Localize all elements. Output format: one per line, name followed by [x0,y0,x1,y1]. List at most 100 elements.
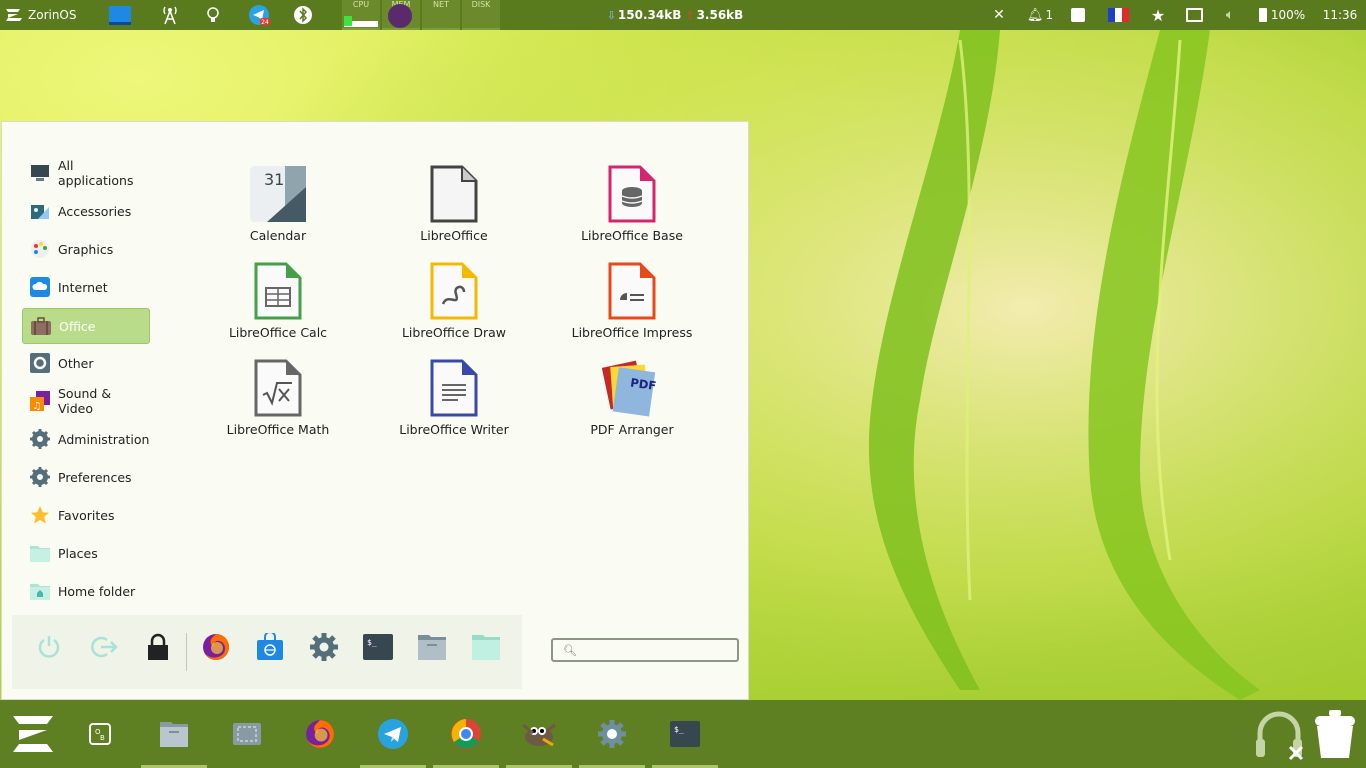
app-libreoffice-math[interactable]: LibreOffice Math [203,358,353,448]
activities-button[interactable]: ZorinOS [4,0,96,30]
files-favorite[interactable] [412,627,452,667]
terminal-task[interactable]: $_ [652,700,718,768]
svg-text:$_: $_ [367,638,377,647]
app-libreoffice-calc[interactable]: LibreOffice Calc [203,261,353,351]
home-folder-icon [30,581,50,601]
app-libreoffice-impress[interactable]: LibreOffice Impress [557,261,707,351]
notification-count: 1 [1045,8,1054,22]
folder-icon [472,635,500,660]
app-label: LibreOffice Calc [228,325,328,340]
clock-value: 11:36 [1322,8,1358,22]
keyboard-icon[interactable] [1068,0,1088,30]
net-speed[interactable]: ⇩ 150.34kB ⇧ 3.56kB [607,0,744,30]
category-preferences[interactable]: Preferences [22,460,150,494]
logout-button[interactable] [84,627,124,667]
category-administration[interactable]: Administration [22,422,150,456]
music-icon: ♫ [30,391,50,411]
bluetooth-icon[interactable] [292,0,314,30]
telegram-icon [378,719,408,749]
search-input[interactable] [582,642,727,658]
headphones-button[interactable] [1246,700,1312,768]
libreoffice-impress-icon [602,261,662,321]
settings-favorite[interactable] [304,627,344,667]
battery-icon [1258,8,1267,22]
category-label: All applications [58,158,134,188]
firefox-task[interactable] [287,700,353,768]
app-calendar[interactable]: 31 Calendar [203,164,353,254]
display-icon[interactable] [107,0,133,30]
firefox-icon [306,720,334,748]
star-icon[interactable]: ★ [1148,0,1168,30]
category-sound-video[interactable]: ♫ Sound & Video [22,384,150,418]
category-internet[interactable]: Internet [22,270,150,304]
france-flag-icon[interactable] [1106,0,1130,30]
gimp-task[interactable] [506,700,572,768]
svg-text:24: 24 [261,19,269,26]
category-office[interactable]: Office [22,308,150,344]
files-task[interactable] [141,700,207,768]
bell-icon: 🔔︎ [1026,7,1044,23]
application-menu: All applications Accessories Graphics In… [1,121,749,700]
app-libreoffice[interactable]: LibreOffice [379,164,529,254]
battery-indicator[interactable]: 100% [1256,0,1308,30]
app-label: LibreOffice [420,228,488,243]
software-store-favorite[interactable] [250,627,290,667]
disk-graph[interactable]: DISK [462,0,500,30]
category-graphics[interactable]: Graphics [22,232,150,266]
terminal-icon: $_ [363,634,393,660]
net-label: NET [433,0,449,9]
app-label: LibreOffice Writer [399,422,509,437]
category-label: Office [59,318,96,334]
clock[interactable]: 11:36 [1318,0,1362,30]
battery-value: 100% [1270,8,1306,22]
search-box[interactable]: 🔍︎ [551,638,739,662]
screen-icon[interactable] [1183,0,1205,30]
cpu-label: CPU [352,0,370,9]
volume-icon[interactable]: 🔈︎ [1220,0,1240,30]
settings-task[interactable] [579,700,645,768]
top-panel: ZorinOS 24 CPU MEM NET DISK ⇩ 150.34kB ⇧… [0,0,1366,30]
signal-tower-icon[interactable] [158,0,182,30]
category-label: Preferences [58,469,132,485]
telegram-tray-icon[interactable]: 24 [246,0,272,30]
app-libreoffice-writer[interactable]: LibreOffice Writer [379,358,529,448]
category-favorites[interactable]: Favorites [22,498,150,532]
chrome-task[interactable] [433,700,499,768]
mem-graph[interactable]: MEM [382,0,420,30]
category-label: Other [58,355,94,371]
telegram-task[interactable] [360,700,426,768]
chrome-icon [451,718,481,749]
terminal-icon: $_ [670,721,700,747]
folder-favorite[interactable] [466,627,506,667]
gear-icon [30,353,50,373]
notifications-button[interactable]: 🔔︎ 1 [1026,0,1054,30]
cpu-graph[interactable]: CPU [342,0,380,30]
cloud-icon [30,277,50,297]
monitor-icon [30,163,50,183]
terminal-favorite[interactable]: $_ [358,627,398,667]
zorin-menu-button[interactable] [0,700,66,768]
zorin-logo-icon [6,9,22,21]
pdf-arranger-icon: PDF [602,358,662,418]
trash-button[interactable] [1304,700,1366,768]
category-all-applications[interactable]: All applications [22,156,150,190]
net-graph[interactable]: NET [422,0,460,30]
power-button[interactable] [29,627,69,667]
app-label: LibreOffice Math [226,422,330,437]
category-accessories[interactable]: Accessories [22,194,150,228]
app-libreoffice-base[interactable]: LibreOffice Base [557,164,707,254]
category-home-folder[interactable]: Home folder [22,574,150,608]
category-places[interactable]: Places [22,536,150,570]
screenshot-task[interactable] [214,700,280,768]
onboard-button[interactable]: OB [67,700,133,768]
app-pdf-arranger[interactable]: PDF PDF Arranger [557,358,707,448]
calendar-icon: 31 [248,164,308,224]
app-libreoffice-draw[interactable]: LibreOffice Draw [379,261,529,351]
firefox-favorite[interactable] [196,627,236,667]
bulb-icon[interactable] [203,0,223,30]
divider [186,633,187,671]
lock-button[interactable] [138,627,178,667]
close-icon[interactable]: ✕ [990,0,1008,30]
folder-icon [30,543,50,563]
category-other[interactable]: Other [22,346,150,380]
